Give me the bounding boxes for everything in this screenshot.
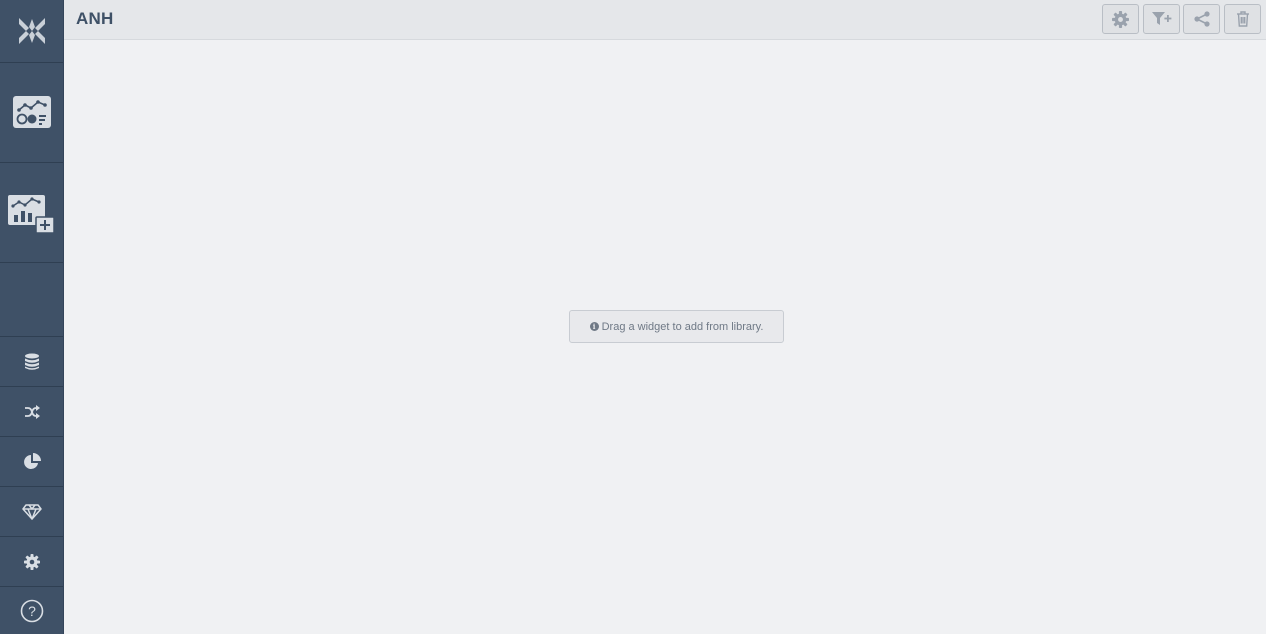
share-button[interactable] (1183, 4, 1220, 34)
database-icon (24, 353, 39, 370)
delete-button[interactable] (1224, 4, 1261, 34)
sidebar-spacer (0, 263, 63, 337)
sidebar-item-new-dashboard[interactable] (0, 163, 63, 263)
add-filter-button[interactable] (1143, 4, 1180, 34)
sidebar-item-analytics[interactable] (0, 437, 63, 487)
sidebar-item-data[interactable] (0, 337, 63, 387)
filter-add-icon (1151, 12, 1171, 25)
gear-icon (23, 553, 40, 570)
new-dashboard-icon (7, 194, 55, 233)
dashboard-header: ANH (64, 0, 1266, 40)
empty-canvas-hint: i Drag a widget to add from library. (569, 310, 784, 343)
sidebar-item-dashboards[interactable] (0, 63, 63, 163)
help-label: ? (28, 603, 36, 619)
sidebar-item-premium[interactable] (0, 487, 63, 537)
hint-text: Drag a widget to add from library. (601, 320, 764, 333)
sidebar-item-settings[interactable] (0, 537, 63, 587)
help-icon: ? (20, 599, 43, 622)
sidebar-item-transform[interactable] (0, 387, 63, 437)
gear-icon (1112, 10, 1129, 28)
sidebar-item-help[interactable]: ? (0, 587, 63, 634)
settings-button[interactable] (1102, 4, 1139, 34)
shuffle-icon (24, 404, 40, 419)
logo-icon (18, 18, 45, 44)
trash-icon (1236, 11, 1249, 27)
sidebar-logo[interactable] (0, 0, 63, 63)
dashboard-canvas[interactable]: i Drag a widget to add from library. (64, 40, 1266, 634)
sidebar: ? (0, 0, 64, 634)
dashboard-icon (12, 95, 51, 128)
diamond-icon (21, 503, 42, 520)
page-title[interactable]: ANH (76, 9, 113, 29)
app-window: ? ANH i Drag a widget to add from librar… (0, 0, 1266, 634)
pie-chart-icon (23, 452, 41, 469)
info-icon: i (589, 322, 599, 331)
share-icon (1193, 11, 1210, 27)
